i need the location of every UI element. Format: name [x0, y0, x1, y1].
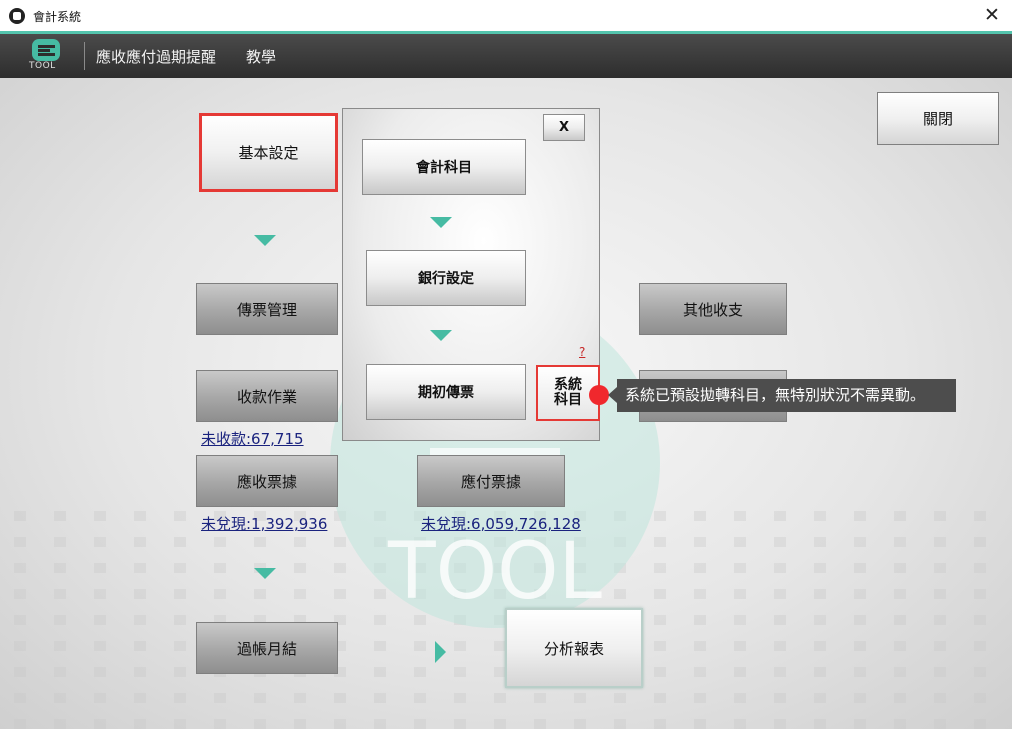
opening-voucher-button[interactable]: 期初傳票 [366, 364, 526, 420]
notes-receivable-button[interactable]: 應收票據 [196, 455, 338, 507]
help-link[interactable]: ? [579, 345, 585, 359]
notes-payable-uncashed-link[interactable]: 未兌現:6,059,726,128 [421, 513, 581, 534]
receipts-outstanding-link[interactable]: 未收款:67,715 [201, 428, 304, 449]
voucher-management-button[interactable]: 傳票管理 [196, 283, 338, 335]
app-header: TOOL 應收應付過期提醒 教學 [0, 34, 1012, 78]
notes-receivable-uncashed-link[interactable]: 未兌現:1,392,936 [201, 513, 327, 534]
basic-settings-button[interactable]: 基本設定 [199, 113, 338, 192]
menu-overdue-reminder[interactable]: 應收應付過期提醒 [96, 46, 216, 67]
menu-tutorial[interactable]: 教學 [246, 46, 276, 67]
system-accounts-line2: 科目 [554, 392, 582, 408]
analysis-report-button[interactable]: 分析報表 [505, 608, 643, 688]
window-titlebar: 會計系統 ✕ [0, 0, 1012, 32]
chart-of-accounts-button[interactable]: 會計科目 [362, 139, 526, 195]
bank-settings-button[interactable]: 銀行設定 [366, 250, 526, 306]
close-app-button[interactable]: 關閉 [877, 92, 999, 145]
header-divider [84, 42, 85, 70]
notes-payable-button[interactable]: 應付票據 [417, 455, 565, 507]
arrow-down-icon [254, 568, 276, 579]
arrow-right-icon [435, 641, 446, 663]
system-accounts-line1: 系統 [554, 377, 582, 393]
window-title: 會計系統 [33, 10, 82, 24]
posting-monthly-close-button[interactable]: 過帳月結 [196, 622, 338, 674]
status-dot-icon [589, 385, 609, 405]
basic-settings-popup: X 會計科目 銀行設定 期初傳票 ? 系統 科目 [342, 108, 600, 441]
system-accounts-tooltip: 系統已預設拋轉科目，無特別狀況不需異動。 [608, 379, 956, 412]
logo-text: TOOL [29, 61, 56, 71]
window-close-icon[interactable]: ✕ [980, 3, 1004, 27]
svg-text:TOOL: TOOL [387, 527, 602, 617]
arrow-down-icon [254, 235, 276, 246]
arrow-down-icon [430, 217, 452, 228]
other-income-expense-button[interactable]: 其他收支 [639, 283, 787, 335]
receipts-button[interactable]: 收款作業 [196, 370, 338, 422]
popup-close-button[interactable]: X [543, 114, 585, 141]
arrow-down-icon [430, 330, 452, 341]
app-icon [9, 8, 25, 24]
